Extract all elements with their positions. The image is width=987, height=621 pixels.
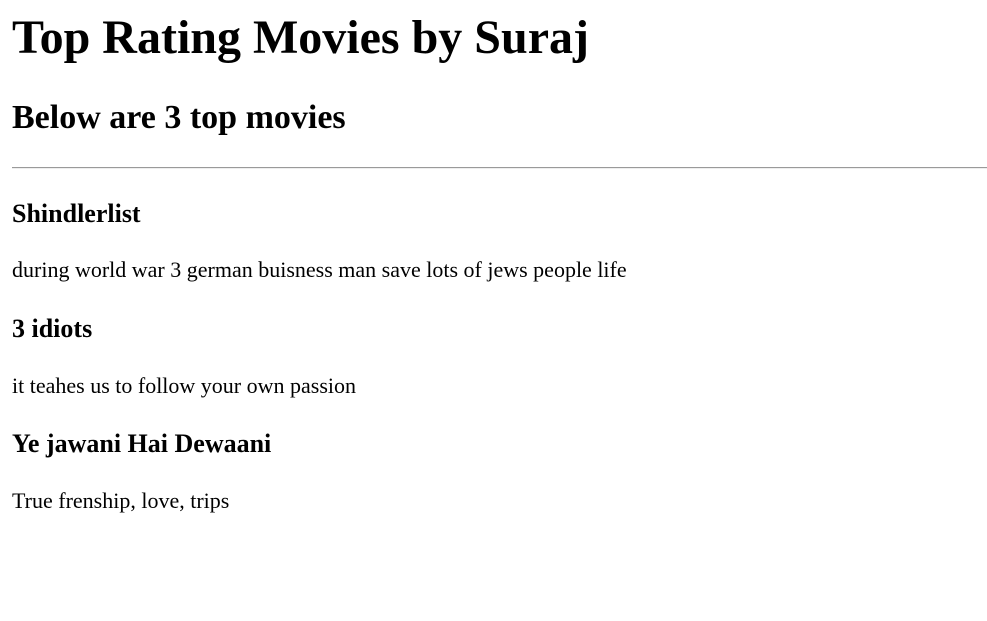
page-subtitle: Below are 3 top movies — [12, 99, 346, 136]
movie-description-3-idiots: it teahes us to follow your own passion — [12, 373, 357, 398]
movie-title-ye-jawani-hai-dewaani: Ye jawani Hai Dewaani — [12, 429, 272, 458]
page-title: Top Rating Movies by Suraj — [12, 11, 589, 64]
divider — [12, 167, 987, 169]
page: Top Rating Movies by Suraj Below are 3 t… — [0, 0, 987, 621]
movie-description-ye-jawani-hai-dewaani: True frenship, love, trips — [12, 488, 230, 513]
movie-title-3-idiots: 3 idiots — [12, 314, 93, 343]
movie-description-shindlerlist: during world war 3 german buisness man s… — [12, 257, 627, 282]
movie-title-shindlerlist: Shindlerlist — [12, 199, 141, 228]
